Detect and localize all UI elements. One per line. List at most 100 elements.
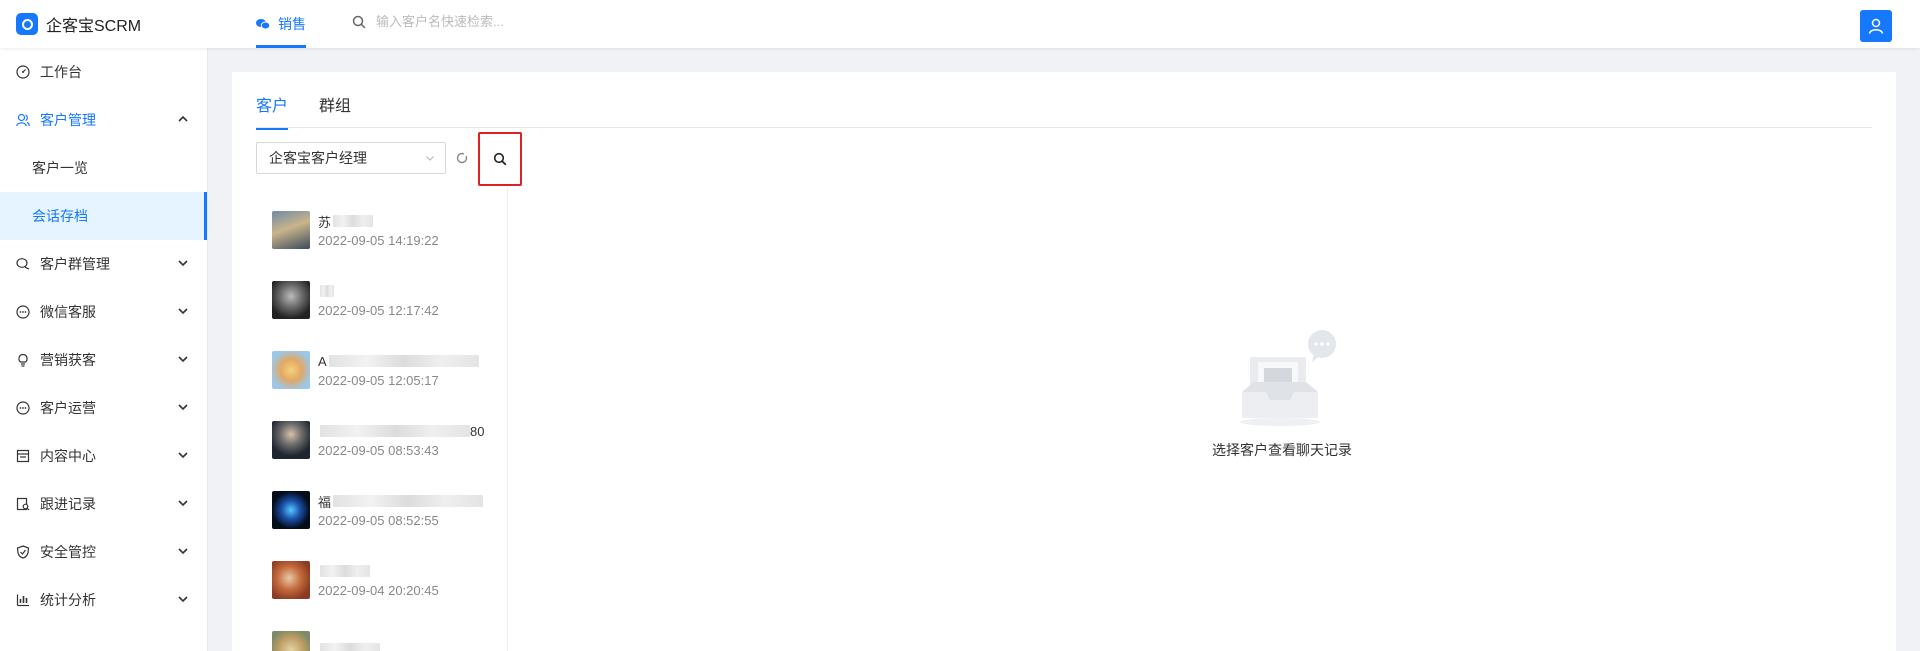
- tab-customers[interactable]: 客户: [256, 92, 289, 130]
- nav-tab-sales[interactable]: 销售: [256, 0, 306, 48]
- sidebar-item-content-center[interactable]: 内容中心: [0, 432, 207, 480]
- user-icon: [1868, 18, 1884, 34]
- sidebar-item-customer-operations[interactable]: 客户运营: [0, 384, 207, 432]
- refresh-icon[interactable]: [454, 150, 470, 166]
- chat-info: 福 2022-09-05 08:52:55: [318, 491, 484, 529]
- chevron-down-icon: [178, 308, 188, 315]
- chat-time: 2022-09-05 08:53:43: [318, 443, 439, 458]
- chat-info: 80 2022-09-05 08:53:43: [318, 421, 484, 459]
- record-icon: [16, 497, 30, 511]
- tab-groups[interactable]: 群组: [319, 92, 351, 128]
- chat-time: 2022-09-05 12:17:42: [318, 303, 439, 318]
- sidebar-item-security[interactable]: 安全管控: [0, 528, 207, 576]
- message-dots-icon: [16, 305, 30, 319]
- sidebar-item-marketing[interactable]: 营销获客: [0, 336, 207, 384]
- message-dots-icon: [16, 401, 30, 415]
- chat-name: [318, 562, 439, 580]
- chat-info: 2022-09-04 20:20:45: [318, 561, 439, 599]
- avatar: [272, 491, 310, 529]
- logo-icon: [16, 13, 38, 35]
- avatar: [272, 561, 310, 599]
- chat-info: A 2022-09-05 12:05:17: [318, 351, 479, 389]
- manager-select-value: 企客宝客户经理: [269, 150, 367, 166]
- avatar: [272, 421, 310, 459]
- chat-name: 苏: [318, 212, 439, 230]
- nav-tab-label: 销售: [278, 16, 306, 32]
- chat-name-text: 苏: [318, 214, 332, 230]
- bar-chart-icon: [16, 594, 29, 607]
- chat-name: [318, 640, 380, 651]
- search-icon: [493, 152, 507, 166]
- search-button[interactable]: [478, 132, 522, 186]
- customer-chat-list: 苏 2022-09-05 14:19:22 2022-09-05 12:17:4…: [256, 188, 508, 651]
- manager-select[interactable]: 企客宝客户经理: [256, 142, 446, 174]
- customer-search-input[interactable]: [376, 14, 636, 29]
- list-item[interactable]: 苏 2022-09-05 14:19:22: [272, 200, 502, 260]
- list-item[interactable]: 80 2022-09-05 08:53:43: [272, 410, 502, 470]
- empty-state: 选择客户查看聊天记录: [1112, 322, 1452, 460]
- chat-info: 苏 2022-09-05 14:19:22: [318, 211, 439, 249]
- users-icon: [16, 113, 30, 127]
- chat-name: A: [318, 352, 479, 370]
- chat-info: [318, 631, 380, 651]
- chat-time: 2022-09-04 20:20:45: [318, 583, 439, 598]
- sidebar-item-label: 客户管理: [40, 112, 96, 128]
- chevron-down-icon: [178, 260, 188, 267]
- chat-name: 福: [318, 492, 484, 510]
- avatar: [272, 631, 310, 651]
- sidebar-item-label: 客户一览: [32, 160, 88, 176]
- customer-search: [352, 14, 636, 29]
- chat-name: 80: [318, 422, 484, 440]
- sidebar-item-chat-archive[interactable]: 会话存档: [0, 192, 207, 240]
- list-item[interactable]: 2022-09-04 20:20:45: [272, 550, 502, 610]
- sidebar-item-group-management[interactable]: 客户群管理: [0, 240, 207, 288]
- user-avatar-button[interactable]: [1860, 10, 1892, 42]
- chat-name-text: A: [318, 353, 327, 369]
- chevron-down-icon: [178, 404, 188, 411]
- sidebar-item-label: 跟进记录: [40, 496, 96, 512]
- sidebar-item-workbench[interactable]: 工作台: [0, 48, 207, 96]
- chat-name: [318, 282, 439, 300]
- sidebar-item-label: 安全管控: [40, 544, 96, 560]
- main-panel: 客户 群组 企客宝客户经理 苏 2022-09-05 14:19:22 2022…: [232, 72, 1896, 651]
- chevron-down-icon: [178, 500, 188, 507]
- chat-time: 2022-09-05 14:19:22: [318, 233, 439, 248]
- sidebar-item-label: 内容中心: [40, 448, 96, 464]
- sidebar-item-label: 客户群管理: [40, 256, 110, 272]
- tab-bar: 客户 群组: [256, 72, 1872, 130]
- app-logo[interactable]: 企客宝SCRM: [16, 12, 141, 36]
- chat-name-text: 80: [470, 423, 485, 439]
- lightbulb-icon: [18, 353, 28, 367]
- top-bar: 企客宝SCRM 销售: [0, 0, 1920, 48]
- list-item[interactable]: 2022-09-05 12:17:42: [272, 270, 502, 330]
- chat-info: 2022-09-05 12:17:42: [318, 281, 439, 319]
- search-icon: [352, 15, 366, 29]
- sidebar-item-label: 会话存档: [32, 208, 88, 224]
- list-item[interactable]: 福 2022-09-05 08:52:55: [272, 480, 502, 540]
- chevron-down-icon: [178, 596, 188, 603]
- chevron-up-icon: [178, 115, 188, 122]
- list-item[interactable]: A 2022-09-05 12:05:17: [272, 340, 502, 400]
- wechat-icon: [256, 18, 270, 30]
- document-icon: [16, 449, 30, 463]
- sidebar-item-label: 统计分析: [40, 592, 96, 608]
- chevron-down-icon: [178, 452, 188, 459]
- chat-bubbles-icon: [16, 258, 30, 270]
- sidebar-item-statistics[interactable]: 统计分析: [0, 576, 207, 624]
- chevron-down-icon: [178, 548, 188, 555]
- avatar: [272, 351, 310, 389]
- sidebar-item-customer-list[interactable]: 客户一览: [0, 144, 207, 192]
- chat-name-text: 福: [318, 494, 332, 510]
- app-title: 企客宝SCRM: [46, 18, 142, 35]
- sidebar-item-follow-up[interactable]: 跟进记录: [0, 480, 207, 528]
- dashboard-icon: [16, 65, 30, 79]
- chat-time: 2022-09-05 08:52:55: [318, 513, 439, 528]
- sidebar-item-label: 工作台: [40, 64, 82, 80]
- sidebar-item-customer-management[interactable]: 客户管理: [0, 96, 207, 144]
- chat-time: 2022-09-05 12:05:17: [318, 373, 439, 388]
- sidebar-item-wechat-service[interactable]: 微信客服: [0, 288, 207, 336]
- chevron-down-icon: [426, 156, 434, 161]
- sidebar: 工作台 客户管理 客户一览 会话存档 客户群管理 微信客服 营销获客 客户运营 …: [0, 48, 208, 651]
- list-item[interactable]: [272, 620, 502, 651]
- sidebar-item-label: 客户运营: [40, 400, 96, 416]
